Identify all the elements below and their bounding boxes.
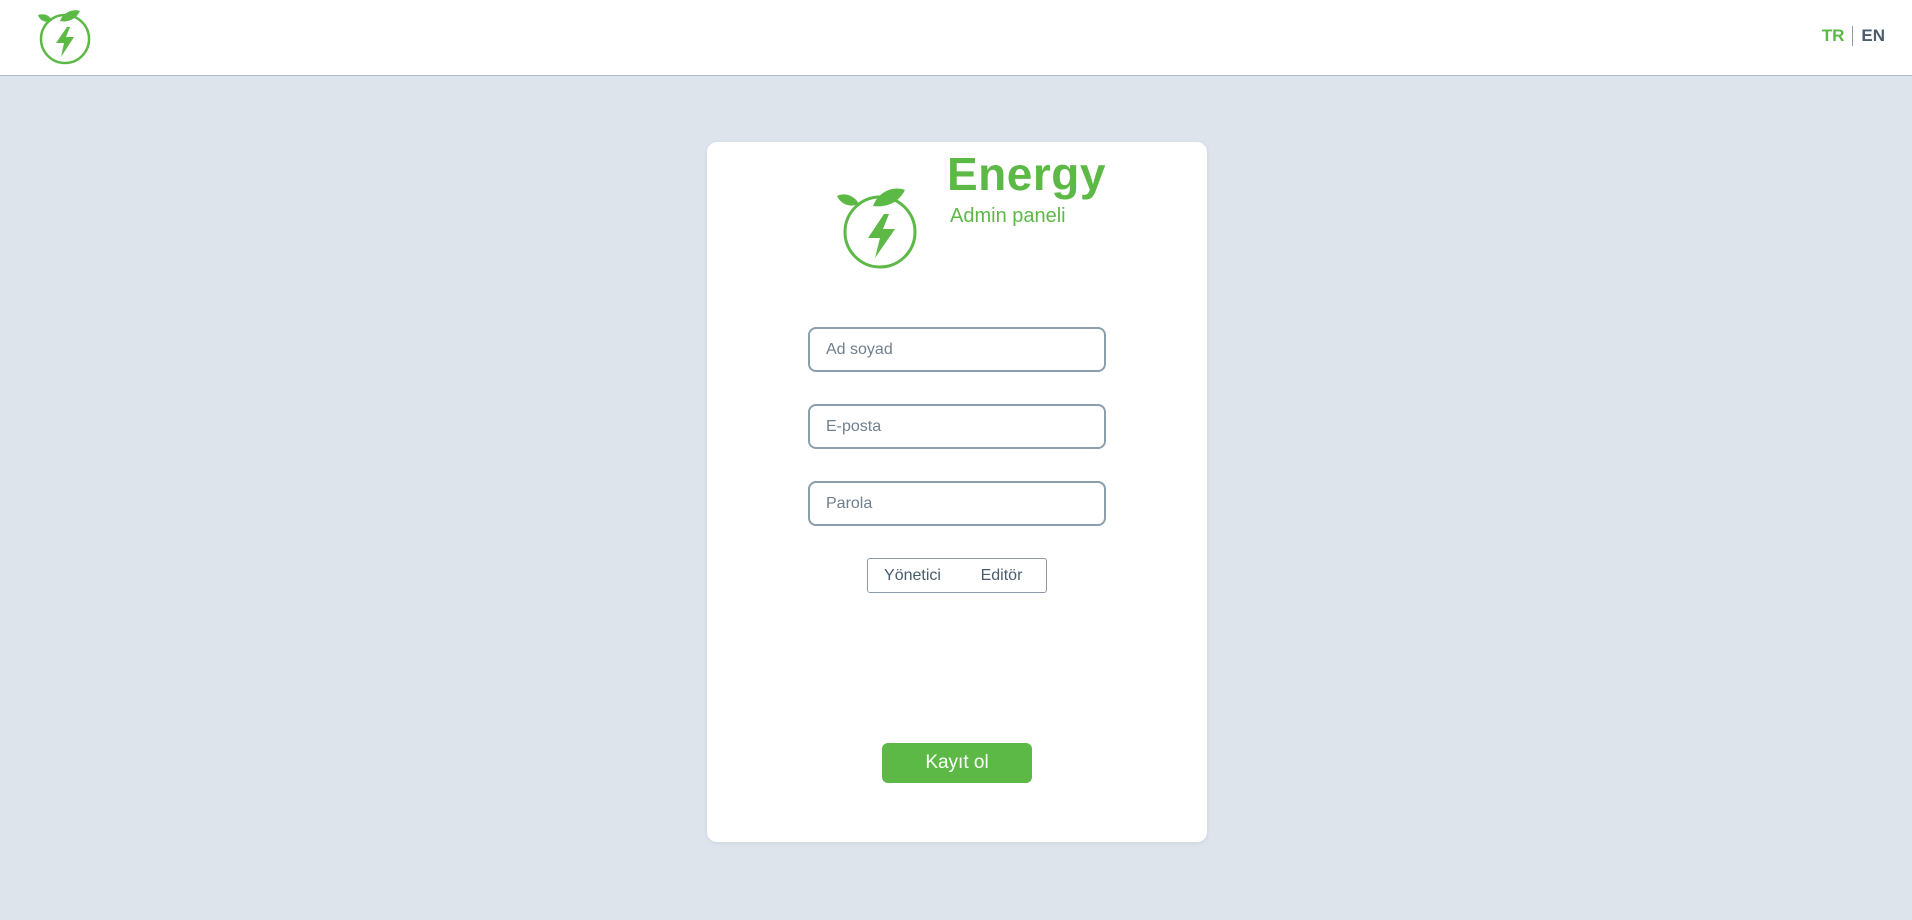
password-input[interactable]: [808, 481, 1106, 526]
brand-name: Energy: [947, 148, 1106, 200]
lang-divider: [1852, 26, 1854, 46]
lang-tr-link[interactable]: TR: [1822, 26, 1845, 46]
register-card: Energy Admin paneli Yönetici Editör Kayı…: [707, 142, 1207, 842]
role-option-yonetici[interactable]: Yönetici: [868, 567, 957, 585]
lang-en-link[interactable]: EN: [1861, 26, 1885, 46]
brand-subtitle: Admin paneli: [950, 205, 1066, 227]
register-button[interactable]: Kayıt ol: [882, 743, 1032, 783]
energy-logo-icon[interactable]: [34, 5, 94, 65]
role-option-editor[interactable]: Editör: [957, 567, 1046, 585]
email-input[interactable]: [808, 404, 1106, 449]
energy-logo-icon: [837, 188, 917, 269]
role-selector: Yönetici Editör: [867, 558, 1047, 593]
language-switcher: TR EN: [1822, 26, 1885, 46]
top-navbar: TR EN: [0, 0, 1912, 76]
full-name-input[interactable]: [808, 327, 1106, 372]
